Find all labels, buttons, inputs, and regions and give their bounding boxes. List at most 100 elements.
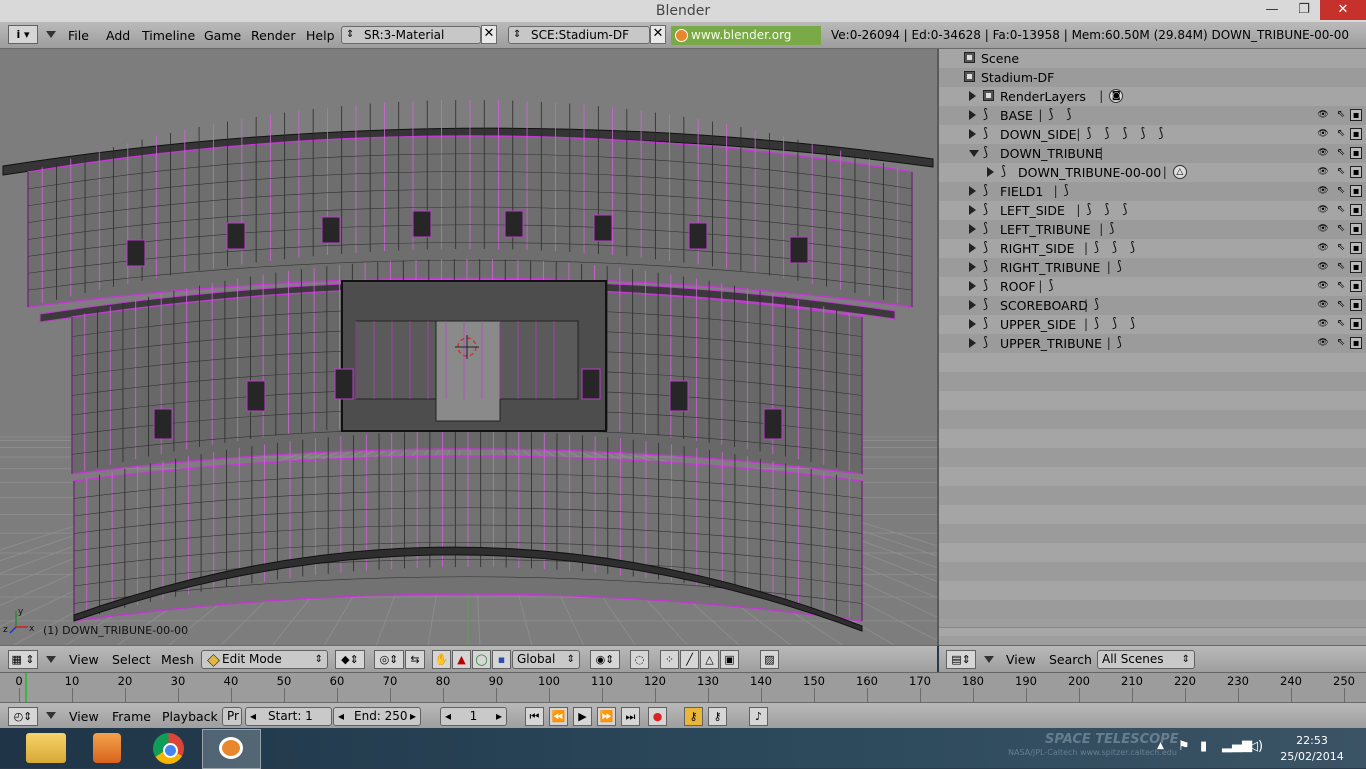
menu-game[interactable]: Game <box>204 28 241 43</box>
outliner-row[interactable]: RenderLayers | ◙ <box>939 87 1366 106</box>
selectable-cursor-icon[interactable]: ⇖ <box>1335 109 1347 121</box>
selectable-cursor-icon[interactable]: ⇖ <box>1335 128 1347 140</box>
orientation-selector[interactable]: Global ⇕ <box>512 650 580 669</box>
preview-range-button[interactable]: Pr <box>222 707 242 726</box>
renderable-icon[interactable]: ▪ <box>1350 147 1362 159</box>
child-armature-icon[interactable]: ⟆ <box>1117 335 1122 350</box>
child-armature-icon[interactable]: ⟆ <box>1117 259 1122 274</box>
collapse-menu-icon[interactable] <box>46 31 56 38</box>
renderable-icon[interactable]: ▪ <box>1350 280 1362 292</box>
timeline-menu-view[interactable]: View <box>69 709 99 724</box>
collapsed-arrow-icon[interactable] <box>969 281 976 291</box>
layers-icon[interactable]: ◉⇕ <box>590 650 620 669</box>
outliner-row[interactable]: ⟆ UPPER_SIDE | ⟆ ⟆ ⟆ 👁 ⇖ ▪ <box>939 315 1366 334</box>
vertex-select-icon[interactable]: ⁘ <box>660 650 679 669</box>
child-armature-icon[interactable]: ⟆ <box>1094 316 1099 331</box>
visibility-eye-icon[interactable]: 👁 <box>1317 337 1329 349</box>
tray-expand-icon[interactable]: ▲ <box>1157 741 1164 751</box>
expanded-arrow-icon[interactable] <box>969 150 979 157</box>
edge-select-icon[interactable]: ╱ <box>680 650 699 669</box>
menu-select[interactable]: Select <box>112 652 151 667</box>
collapsed-arrow-icon[interactable] <box>969 300 976 310</box>
menu-file[interactable]: File <box>68 28 89 43</box>
translate-icon[interactable]: ▲ <box>452 650 471 669</box>
menu-help[interactable]: Help <box>306 28 335 43</box>
rotate-icon[interactable]: ◯ <box>472 650 491 669</box>
outliner-row[interactable]: ⟆ RIGHT_SIDE | ⟆ ⟆ ⟆ 👁 ⇖ ▪ <box>939 239 1366 258</box>
collapsed-arrow-icon[interactable] <box>969 243 976 253</box>
outliner-editor-icon[interactable]: ▤⇕ <box>946 650 976 669</box>
start-frame-field[interactable]: ◂ Start: 1 <box>245 707 332 726</box>
menu-view[interactable]: View <box>69 652 99 667</box>
selectable-cursor-icon[interactable]: ⇖ <box>1335 242 1347 254</box>
visibility-eye-icon[interactable]: 👁 <box>1317 261 1329 273</box>
battery-icon[interactable]: ▮ <box>1200 739 1207 754</box>
collapsed-arrow-icon[interactable] <box>969 319 976 329</box>
screen-selector[interactable]: ⇕ SR:3-Material <box>341 26 481 44</box>
collapsed-arrow-icon[interactable] <box>969 205 976 215</box>
fast-forward-icon[interactable]: ⏩ <box>597 707 616 726</box>
selectable-cursor-icon[interactable]: ⇖ <box>1335 299 1347 311</box>
key-icon[interactable]: ⚷ <box>708 707 727 726</box>
media-player-icon[interactable] <box>93 733 121 763</box>
visibility-eye-icon[interactable]: 👁 <box>1317 128 1329 140</box>
collapsed-arrow-icon[interactable] <box>987 167 994 177</box>
mode-selector[interactable]: Edit Mode ⇕ <box>201 650 328 669</box>
grid-editor-icon[interactable]: ▦ ⇕ <box>8 650 38 669</box>
pivot-icon[interactable]: ◎⇕ <box>374 650 404 669</box>
selectable-cursor-icon[interactable]: ⇖ <box>1335 318 1347 330</box>
outliner-row[interactable]: ⟆ DOWN_SIDE | ⟆ ⟆ ⟆ ⟆ ⟆ 👁 ⇖ ▪ <box>939 125 1366 144</box>
child-armature-icon[interactable]: ⟆ <box>1122 126 1127 141</box>
play-icon[interactable]: ▶ <box>573 707 592 726</box>
file-explorer-icon[interactable] <box>26 733 66 763</box>
visibility-eye-icon[interactable]: 👁 <box>1317 223 1329 235</box>
audio-icon[interactable]: ♪ <box>749 707 768 726</box>
mesh-data-icon[interactable]: △ <box>1172 165 1187 179</box>
visibility-eye-icon[interactable]: 👁 <box>1317 185 1329 197</box>
child-armature-icon[interactable]: ⟆ <box>1048 278 1053 293</box>
menu-add[interactable]: Add <box>106 28 130 43</box>
renderable-icon[interactable]: ▪ <box>1350 318 1362 330</box>
visibility-eye-icon[interactable]: 👁 <box>1317 204 1329 216</box>
proportional-edit-icon[interactable]: ◌ <box>630 650 649 669</box>
scene-delete-button[interactable]: ✕ <box>650 25 666 44</box>
occlude-geometry-icon[interactable]: ▣ <box>720 650 739 669</box>
outliner-row[interactable]: ⟆ DOWN_TRIBUNE | 👁 ⇖ ▪ <box>939 144 1366 163</box>
clock-time[interactable]: 22:53 <box>1282 734 1342 747</box>
face-select-icon[interactable]: △ <box>700 650 719 669</box>
child-armature-icon[interactable]: ⟆ <box>1094 297 1099 312</box>
visibility-eye-icon[interactable]: 👁 <box>1317 318 1329 330</box>
clock-date[interactable]: 25/02/2014 <box>1276 750 1348 763</box>
collapsed-arrow-icon[interactable] <box>969 110 976 120</box>
rewind-icon[interactable]: ⏪ <box>549 707 568 726</box>
menu-mesh[interactable]: Mesh <box>161 652 194 667</box>
collapse-menu-icon[interactable] <box>984 656 994 663</box>
collapsed-arrow-icon[interactable] <box>969 338 976 348</box>
keying-set-icon[interactable]: ⚷ <box>684 707 703 726</box>
scenes-filter-selector[interactable]: All Scenes ⇕ <box>1097 650 1195 669</box>
screen-delete-button[interactable]: ✕ <box>481 25 497 44</box>
child-armature-icon[interactable]: ⟆ <box>1086 202 1091 217</box>
blender-task-button[interactable] <box>202 729 261 769</box>
volume-icon[interactable]: ◁) <box>1248 739 1263 754</box>
timeline-ruler[interactable]: 0 10 20 30 40 50 60 70 80 90 100 110 120 130 140 150 160… <box>0 672 1366 703</box>
viewport-canvas[interactable]: yx z <box>0 49 937 646</box>
end-frame-field[interactable]: ◂ End: 250 ▸ <box>333 707 421 726</box>
selectable-cursor-icon[interactable]: ⇖ <box>1335 337 1347 349</box>
timeline-menu-frame[interactable]: Frame <box>112 709 151 724</box>
renderable-icon[interactable]: ▪ <box>1350 337 1362 349</box>
child-armature-icon[interactable]: ⟆ <box>1130 316 1135 331</box>
outliner-row[interactable]: ⟆ DOWN_TRIBUNE-00-00 | △ 👁 ⇖ ▪ <box>939 163 1366 182</box>
outliner-row[interactable]: ⟆ ROOF | ⟆ 👁 ⇖ ▪ <box>939 277 1366 296</box>
snap-icon[interactable]: ⇆ <box>405 650 425 669</box>
child-armature-icon[interactable]: ⟆ <box>1086 126 1091 141</box>
collapsed-arrow-icon[interactable] <box>969 129 976 139</box>
renderable-icon[interactable]: ▪ <box>1350 261 1362 273</box>
selectable-cursor-icon[interactable]: ⇖ <box>1335 147 1347 159</box>
child-armature-icon[interactable]: ⟆ <box>1130 240 1135 255</box>
child-armature-icon[interactable]: ⟆ <box>1158 126 1163 141</box>
outliner-row[interactable]: Stadium-DF <box>939 68 1366 87</box>
close-button[interactable]: ✕ <box>1320 0 1366 20</box>
menu-render[interactable]: Render <box>251 28 296 43</box>
blender-org-link[interactable]: www.blender.org 249.2 <box>671 26 821 61</box>
